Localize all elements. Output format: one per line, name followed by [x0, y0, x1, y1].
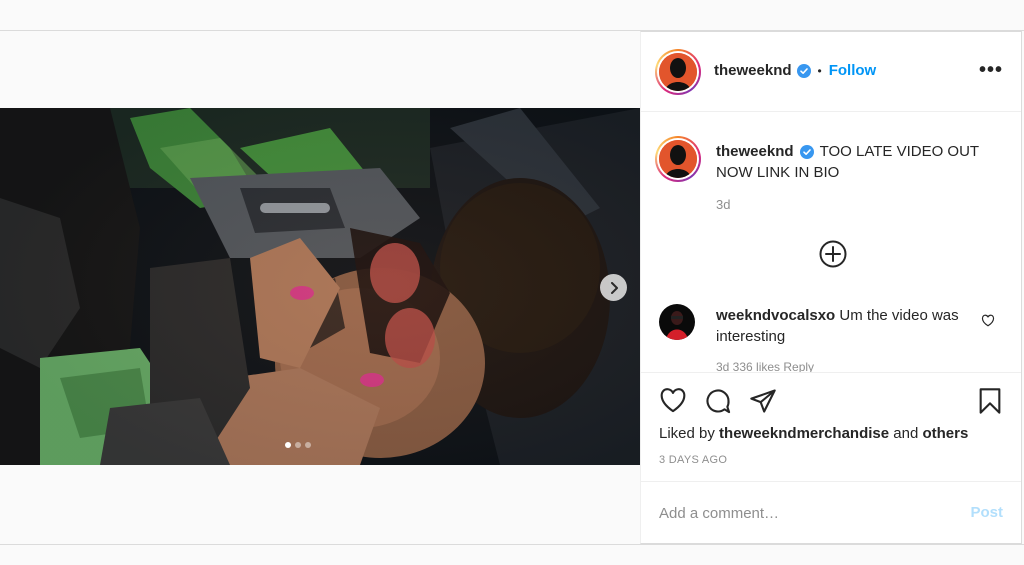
likes-summary: Liked by theweekndmerchandise and others — [659, 425, 968, 442]
follow-button[interactable]: Follow — [829, 62, 877, 79]
post-sidebar: theweeknd • Follow ••• theweeknd TOO LAT… — [640, 31, 1022, 544]
instagram-post-page: theweeknd • Follow ••• theweeknd TOO LAT… — [0, 0, 1024, 565]
paper-plane-icon — [750, 389, 776, 413]
avatar-silhouette-icon — [659, 140, 697, 178]
post-header: theweeknd • Follow ••• — [641, 32, 1021, 112]
divider — [0, 544, 1024, 545]
likes-user-link[interactable]: theweekndmerchandise — [719, 425, 889, 442]
caption-username[interactable]: theweeknd — [716, 143, 794, 160]
carousel-dot — [305, 442, 311, 448]
commenter-photo — [659, 304, 695, 340]
separator-dot: • — [817, 63, 822, 78]
likes-others-link[interactable]: others — [922, 425, 968, 442]
post-timestamp[interactable]: 3 DAYS AGO — [659, 454, 727, 466]
heart-icon — [660, 388, 686, 413]
photo-illustration — [0, 108, 640, 465]
load-more-comments-button[interactable] — [818, 239, 848, 274]
comment-button[interactable] — [704, 387, 732, 420]
comment-icon — [706, 389, 731, 414]
comment-input[interactable] — [659, 500, 949, 526]
caption-author-avatar[interactable] — [655, 136, 701, 182]
likes-conjunction: and — [893, 425, 919, 442]
post-photo[interactable] — [0, 108, 640, 465]
comments-section[interactable]: theweeknd TOO LATE VIDEO OUT NOW LINK IN… — [641, 113, 1021, 373]
plus-circle-icon — [819, 240, 847, 268]
save-button[interactable] — [977, 387, 1003, 420]
carousel-dot — [295, 442, 301, 448]
author-username[interactable]: theweeknd — [714, 62, 792, 79]
caption: theweeknd TOO LATE VIDEO OUT NOW LINK IN… — [716, 141, 996, 183]
share-button[interactable] — [749, 387, 777, 420]
author-avatar[interactable] — [655, 49, 701, 95]
caption-time: 3d — [716, 197, 731, 212]
action-bar: Liked by theweekndmerchandise and others… — [641, 372, 1021, 482]
carousel-dot-active — [285, 442, 291, 448]
heart-icon — [981, 314, 995, 327]
verified-badge-icon — [796, 63, 811, 78]
bookmark-icon — [979, 388, 1001, 414]
add-comment-bar: Post — [641, 481, 1021, 544]
more-options-button[interactable]: ••• — [979, 59, 1003, 82]
comment: weekndvocalsxo Um the video was interest… — [716, 305, 976, 347]
verified-badge-icon — [799, 145, 814, 160]
carousel-next-button[interactable] — [600, 274, 627, 301]
carousel-indicator — [285, 442, 311, 448]
avatar-silhouette-icon — [659, 53, 697, 91]
chevron-right-icon — [610, 281, 618, 294]
more-horizontal-icon: ••• — [978, 59, 1003, 81]
comment-username[interactable]: weekndvocalsxo — [716, 307, 835, 324]
commenter-avatar[interactable] — [659, 304, 695, 340]
comment-like-button[interactable] — [981, 314, 995, 332]
post-comment-button[interactable]: Post — [970, 504, 1003, 521]
likes-prefix: Liked by — [659, 425, 715, 442]
like-button[interactable] — [659, 387, 687, 418]
